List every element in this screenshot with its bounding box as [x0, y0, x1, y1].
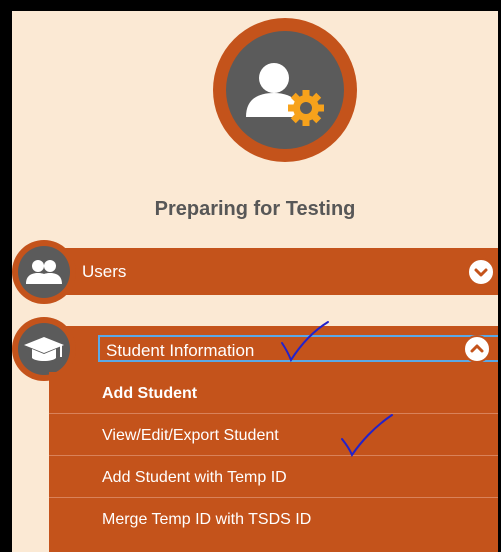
- hero-badge: [213, 18, 357, 162]
- menu-student-information[interactable]: Student Information: [32, 326, 498, 372]
- submenu-item-view-edit-export-student[interactable]: View/Edit/Export Student: [49, 414, 498, 456]
- chevron-down-icon[interactable]: [467, 258, 495, 286]
- menu-users-label: Users: [82, 262, 127, 281]
- menu-users[interactable]: Users: [32, 248, 498, 295]
- menu-student-information-label: Student Information: [106, 341, 255, 360]
- submenu-item-add-student[interactable]: Add Student: [49, 372, 498, 414]
- users-icon: [12, 240, 76, 304]
- sidebar-panel: Preparing for Testing Users Student Info…: [12, 11, 498, 552]
- page-title: Preparing for Testing: [154, 198, 356, 220]
- chevron-up-icon[interactable]: [463, 335, 491, 363]
- student-information-submenu: Add Student View/Edit/Export Student Add…: [49, 372, 498, 552]
- checkmark-annotation: [341, 414, 393, 458]
- checkmark-annotation: [281, 321, 329, 363]
- submenu-item-add-student-temp-id[interactable]: Add Student with Temp ID: [49, 456, 498, 498]
- submenu-item-merge-temp-id[interactable]: Merge Temp ID with TSDS ID: [49, 498, 498, 540]
- user-gear-icon: [226, 31, 344, 149]
